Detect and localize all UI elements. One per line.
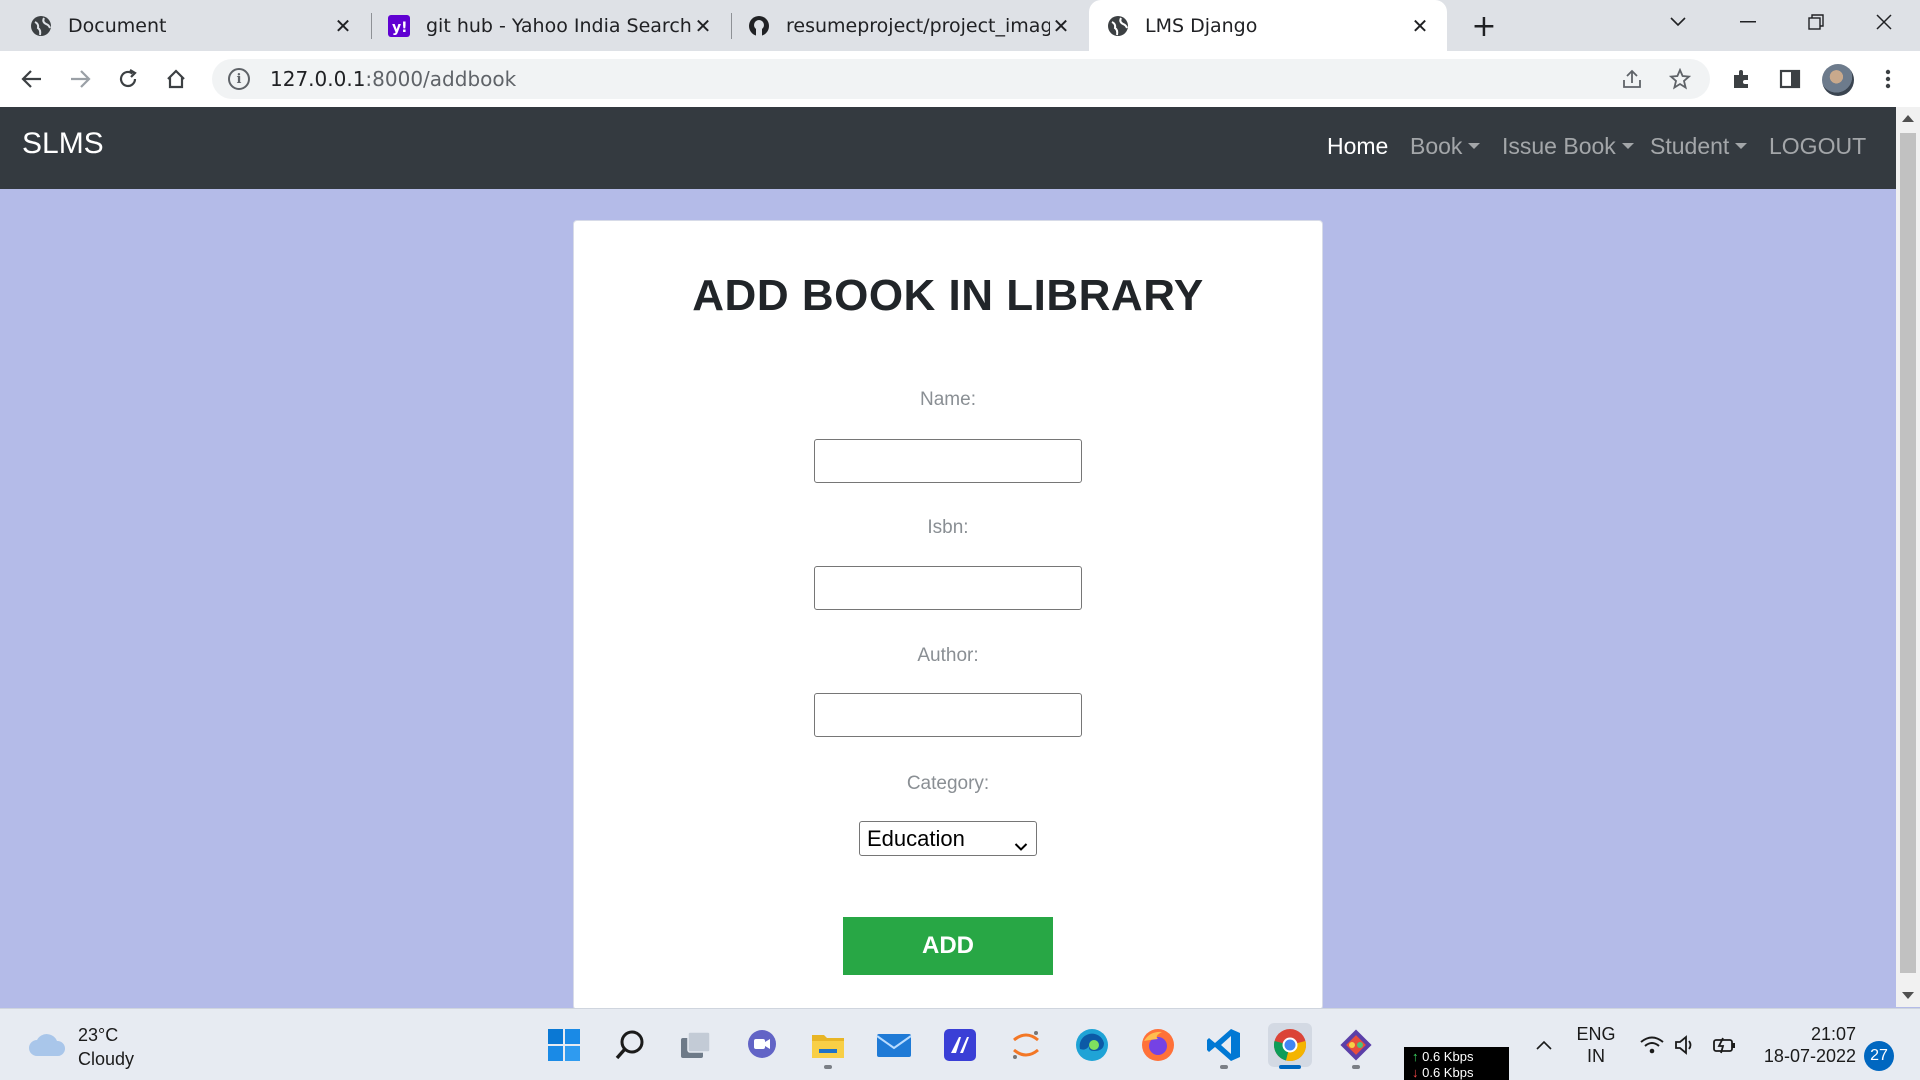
edge-browser-icon[interactable] [1070,1023,1114,1067]
browser-tab-lms-django[interactable]: LMS Django ✕ [1089,0,1447,51]
page-title: ADD BOOK IN LIBRARY [692,271,1204,320]
weather-temperature: 23°C [78,1025,119,1045]
caret-down-icon [1468,143,1481,149]
chrome-menu-icon[interactable] [1870,61,1906,97]
clock-time: 21:07 [1810,1024,1856,1044]
close-tab-icon[interactable]: ✕ [692,14,714,38]
scrollbar-thumb[interactable] [1900,133,1916,973]
globe-icon [30,15,52,37]
input-language-indicator[interactable]: ENG IN [1574,1023,1618,1067]
github-icon [748,15,770,37]
nav-issue-book-dropdown[interactable]: Issue Book [1502,133,1634,160]
browser-tab-yahoo[interactable]: y! git hub - Yahoo India Search Resu ✕ [372,0,730,51]
scroll-down-arrow-icon[interactable] [1902,992,1914,999]
close-tab-icon[interactable]: ✕ [1050,14,1072,38]
globe-icon [1107,15,1129,37]
firefox-icon[interactable] [1136,1023,1180,1067]
close-tab-icon[interactable]: ✕ [1409,14,1431,38]
chevron-down-icon [1014,832,1028,858]
site-info-icon[interactable]: i [228,68,250,90]
page-scrollbar[interactable] [1896,107,1920,1007]
tab-title: Document [68,14,167,37]
nav-student-dropdown[interactable]: Student [1650,133,1748,160]
mail-icon[interactable] [872,1023,916,1067]
author-input[interactable] [814,693,1082,737]
caret-down-icon [1621,143,1634,149]
network-download-speed: ↓ 0.6 Kbps [1412,1065,1474,1080]
tab-title: git hub - Yahoo India Search Resu [426,14,692,37]
teams-chat-icon[interactable] [740,1023,784,1067]
network-speed-meter: ↑ 0.6 Kbps ↓ 0.6 Kbps [1404,1047,1509,1080]
reload-icon[interactable] [110,61,146,97]
tab-title: resumeproject/project_image at [786,14,1050,37]
scroll-up-arrow-icon[interactable] [1902,115,1914,122]
jupyter-icon[interactable] [1004,1023,1048,1067]
app-running-indicator [1352,1065,1360,1069]
close-tab-icon[interactable]: ✕ [332,14,354,38]
app-running-indicator [1220,1065,1228,1069]
nav-home-link[interactable]: Home [1327,133,1388,160]
add-book-card: ADD BOOK IN LIBRARY Name: Isbn: Author: … [573,220,1323,1010]
new-tab-button[interactable]: + [1466,8,1502,44]
notification-count-badge[interactable]: 27 [1864,1041,1894,1071]
back-arrow-icon[interactable] [14,61,50,97]
close-window-icon[interactable] [1854,0,1914,44]
windows-taskbar: 23°C Cloudy ↑ 0.6 Kbps ↓ 0.6 Kbps ENG IN… [0,1008,1920,1080]
category-label: Category: [906,773,990,794]
tray-chevron-up-icon[interactable] [1522,1023,1566,1067]
site-navbar: SLMS Home Book Issue Book Student LOGOUT [0,107,1896,189]
network-upload-speed: ↑ 0.6 Kbps [1412,1049,1474,1064]
browser-tab-strip: Document ✕ y! git hub - Yahoo India Sear… [0,0,1920,51]
url-text: 127.0.0.1:8000/addbook [270,67,517,91]
browser-tab-document[interactable]: Document ✕ [0,0,370,51]
share-icon[interactable] [1614,59,1650,99]
weather-widget[interactable]: 23°C Cloudy [28,1023,134,1071]
clock-date: 18-07-2022 [1763,1046,1856,1066]
tab-search-chevron-icon[interactable] [1648,0,1708,44]
vscode-icon[interactable] [1202,1023,1246,1069]
search-icon[interactable] [608,1023,652,1067]
app-running-indicator [824,1065,832,1069]
weather-condition: Cloudy [78,1049,135,1069]
category-select[interactable]: Education [859,821,1037,856]
side-panel-icon[interactable] [1772,61,1808,97]
minimize-icon[interactable] [1718,0,1778,44]
forward-arrow-icon[interactable] [62,61,98,97]
battery-charging-icon[interactable] [1702,1023,1746,1067]
browser-toolbar: i 127.0.0.1:8000/addbook [0,51,1920,107]
chrome-icon[interactable] [1268,1023,1312,1069]
nav-logout-link[interactable]: LOGOUT [1769,133,1866,160]
profile-avatar[interactable] [1822,64,1854,96]
category-selected-value: Education [867,825,965,851]
task-view-icon[interactable] [674,1023,718,1067]
address-bar[interactable]: i 127.0.0.1:8000/addbook [212,59,1710,99]
git-app-icon[interactable] [1334,1023,1378,1069]
name-input[interactable] [814,439,1082,483]
author-label: Author: [917,645,979,666]
caret-down-icon [1735,143,1748,149]
system-clock[interactable]: 21:07 18-07-2022 [1750,1023,1856,1067]
add-book-button[interactable]: ADD [843,917,1053,975]
tab-title: LMS Django [1145,14,1258,37]
svg-text:y!: y! [392,20,408,36]
home-icon[interactable] [158,61,194,97]
restore-icon[interactable] [1786,0,1846,44]
isbn-input[interactable] [814,566,1082,610]
nav-book-dropdown[interactable]: Book [1410,133,1481,160]
windows-start-icon[interactable] [542,1023,586,1067]
brand-logo-text[interactable]: SLMS [22,127,104,161]
extensions-puzzle-icon[interactable] [1724,61,1760,97]
isbn-label: Isbn: [927,517,969,538]
name-label: Name: [920,389,976,410]
editor-app-icon[interactable] [938,1023,982,1067]
bookmark-star-icon[interactable] [1662,59,1698,99]
file-explorer-icon[interactable] [806,1023,850,1069]
yahoo-icon: y! [388,14,410,37]
browser-tab-github[interactable]: resumeproject/project_image at ✕ [732,0,1088,51]
app-active-indicator [1279,1065,1301,1069]
cloud-icon [28,1032,66,1062]
